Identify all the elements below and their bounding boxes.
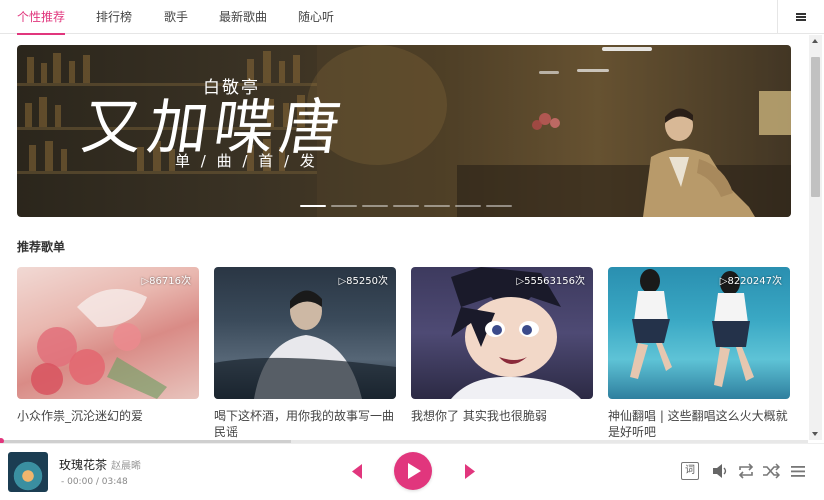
play-count: ▷86716次: [141, 276, 191, 287]
playlist-title[interactable]: 神仙翻唱 | 这些翻唱这么火大概就是好听吧: [608, 408, 790, 440]
volume-icon: [713, 464, 727, 478]
menu-button[interactable]: [777, 0, 824, 34]
banner-dot[interactable]: [424, 205, 450, 207]
playlist-cover[interactable]: ▷8220247次: [608, 267, 790, 399]
recommended-playlists-title: 推荐歌单: [17, 240, 66, 254]
playlist-button[interactable]: [790, 462, 808, 480]
playlist-card[interactable]: ▷86716次 小众作祟_沉沦迷幻的爱: [17, 267, 199, 424]
scrollbar-thumb[interactable]: [811, 57, 820, 197]
play-count: ▷85250次: [338, 276, 388, 287]
playlist-title[interactable]: 喝下这杯酒，用你我的故事写一曲民谣: [214, 408, 396, 440]
lyrics-button[interactable]: 词: [681, 462, 699, 480]
vertical-scrollbar[interactable]: [809, 35, 822, 440]
banner-subtitle: 单 / 曲 / 首 / 发: [175, 152, 318, 170]
tab-charts[interactable]: 排行榜: [96, 0, 132, 34]
next-button[interactable]: [464, 464, 476, 479]
banner-person-image: [643, 108, 755, 217]
volume-button[interactable]: [712, 462, 730, 480]
album-thumbnail[interactable]: [8, 452, 48, 492]
shuffle-button[interactable]: [762, 462, 781, 480]
play-icon: [408, 463, 421, 479]
playlist-cover[interactable]: ▷55563156次: [411, 267, 593, 399]
playlist-icon: [791, 466, 805, 477]
repeat-button[interactable]: [737, 462, 755, 480]
main-content: 白敬亭 又加喋唐 单 / 曲 / 首 / 发 推荐歌单 ▷86716次 小众作祟…: [0, 35, 808, 440]
play-count: ▷8220247次: [719, 276, 782, 287]
playlist-card[interactable]: ▷85250次 喝下这杯酒，用你我的故事写一曲民谣: [214, 267, 396, 440]
playlist-title[interactable]: 我想你了 其实我也很脆弱: [411, 408, 593, 424]
song-title[interactable]: 玫瑰花茶: [59, 458, 107, 472]
banner-dot[interactable]: [393, 205, 419, 207]
banner-dot[interactable]: [362, 205, 388, 207]
hamburger-menu-icon: [796, 13, 806, 21]
song-artist[interactable]: 赵晨晞: [111, 461, 141, 472]
banner-dot[interactable]: [486, 205, 512, 207]
play-count: ▷55563156次: [516, 276, 585, 287]
next-icon: [465, 464, 475, 479]
previous-icon: [352, 464, 362, 479]
player-bar: 玫瑰花茶 赵晨晞 - 00:00 / 03:48 词: [0, 443, 824, 500]
playlist-cover[interactable]: ▷85250次: [214, 267, 396, 399]
banner-indicators: [300, 205, 512, 208]
banner-carousel[interactable]: 白敬亭 又加喋唐 单 / 曲 / 首 / 发: [17, 45, 791, 217]
song-time: - 00:00 / 03:48: [61, 477, 128, 487]
previous-button[interactable]: [351, 464, 363, 479]
playlist-card[interactable]: ▷55563156次 我想你了 其实我也很脆弱: [411, 267, 593, 424]
shuffle-icon: [763, 463, 781, 479]
playlist-title[interactable]: 小众作祟_沉沦迷幻的爱: [17, 408, 199, 424]
playlist-card[interactable]: ▷8220247次 神仙翻唱 | 这些翻唱这么火大概就是好听吧: [608, 267, 790, 440]
banner-dot[interactable]: [300, 205, 326, 207]
tab-recommend[interactable]: 个性推荐: [17, 0, 66, 35]
play-button[interactable]: [394, 452, 432, 490]
scroll-down-icon[interactable]: [812, 432, 818, 436]
tab-new-songs[interactable]: 最新歌曲: [219, 0, 267, 34]
top-tab-bar: 个性推荐 排行榜 歌手 最新歌曲 随心听: [0, 0, 824, 35]
tab-random-listen[interactable]: 随心听: [298, 0, 334, 34]
banner-dot[interactable]: [455, 205, 481, 207]
music-app: 个性推荐 排行榜 歌手 最新歌曲 随心听 白敬亭 又加喋唐 单 / 曲 / 首 …: [0, 0, 824, 500]
tab-singers[interactable]: 歌手: [164, 0, 188, 34]
repeat-icon: [738, 463, 754, 479]
song-info: 玫瑰花茶 赵晨晞: [59, 456, 141, 473]
scroll-up-icon[interactable]: [812, 39, 818, 43]
playlist-cover[interactable]: ▷86716次: [17, 267, 199, 399]
banner-dot[interactable]: [331, 205, 357, 207]
